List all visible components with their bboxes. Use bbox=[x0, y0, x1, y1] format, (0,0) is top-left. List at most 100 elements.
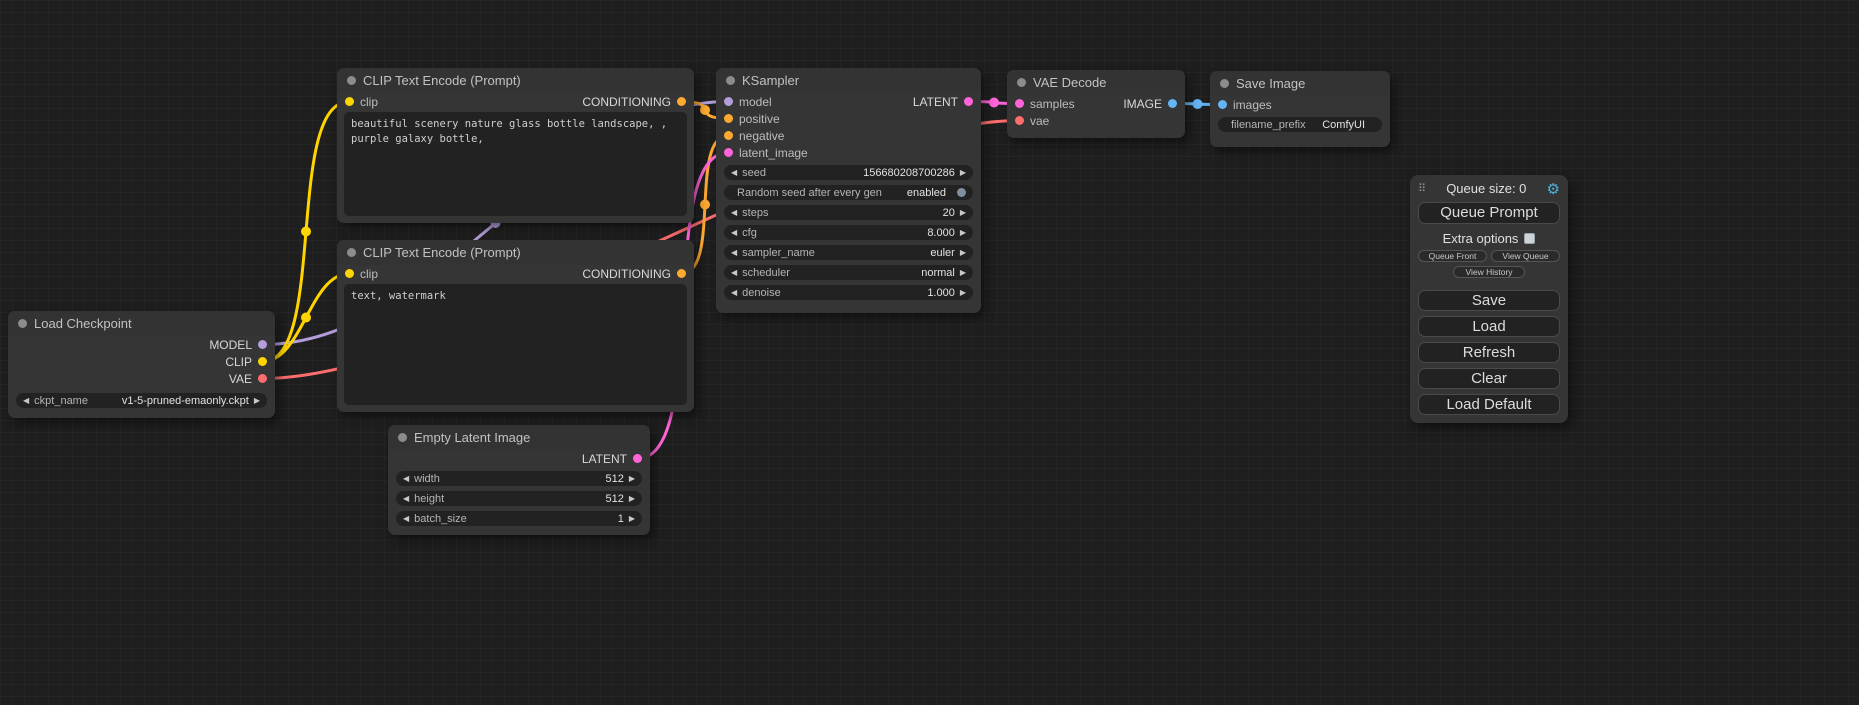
load-button[interactable]: Load bbox=[1418, 316, 1560, 337]
node-title-bar[interactable]: KSampler bbox=[716, 68, 981, 93]
collapse-dot[interactable] bbox=[1017, 78, 1026, 87]
widget-scheduler[interactable]: ◀ scheduler normal ▶ bbox=[724, 265, 973, 280]
node-title: VAE Decode bbox=[1033, 75, 1106, 90]
input-port-positive[interactable] bbox=[724, 114, 733, 123]
input-port-clip[interactable] bbox=[345, 269, 354, 278]
increment-arrow-icon[interactable]: ▶ bbox=[960, 289, 966, 297]
node-title-bar[interactable]: VAE Decode bbox=[1007, 70, 1185, 95]
output-port-conditioning[interactable] bbox=[677, 269, 686, 278]
extra-options-checkbox[interactable] bbox=[1524, 233, 1535, 244]
prompt-textarea[interactable]: text, watermark bbox=[344, 284, 687, 405]
decrement-arrow-icon[interactable]: ◀ bbox=[731, 209, 737, 217]
view-history-button[interactable]: View History bbox=[1453, 266, 1525, 278]
output-port-latent[interactable] bbox=[633, 454, 642, 463]
widget-ckpt-name[interactable]: ◀ ckpt_name v1-5-pruned-emaonly.ckpt ▶ bbox=[16, 393, 267, 408]
decrement-arrow-icon[interactable]: ◀ bbox=[23, 397, 29, 405]
queue-size-label: Queue size: 0 bbox=[1432, 181, 1540, 196]
input-port-latent-image[interactable] bbox=[724, 148, 733, 157]
slot-row: latent_image bbox=[716, 144, 981, 161]
widget-label: steps bbox=[742, 207, 768, 219]
node-load-checkpoint[interactable]: Load Checkpoint MODEL CLIP VAE ◀ ckpt_na… bbox=[8, 311, 275, 418]
node-clip-text-encode-positive[interactable]: CLIP Text Encode (Prompt) clip CONDITION… bbox=[337, 68, 694, 223]
input-port-clip[interactable] bbox=[345, 97, 354, 106]
widget-sampler-name[interactable]: ◀ sampler_name euler ▶ bbox=[724, 245, 973, 260]
input-slot-label: clip bbox=[360, 95, 378, 109]
node-save-image[interactable]: Save Image images filename_prefix ComfyU… bbox=[1210, 71, 1390, 147]
decrement-arrow-icon[interactable]: ◀ bbox=[403, 515, 409, 523]
settings-gear-icon[interactable]: ⚙ bbox=[1547, 180, 1560, 198]
clear-button[interactable]: Clear bbox=[1418, 368, 1560, 389]
collapse-dot[interactable] bbox=[1220, 79, 1229, 88]
decrement-arrow-icon[interactable]: ◀ bbox=[731, 269, 737, 277]
queue-prompt-button[interactable]: Queue Prompt bbox=[1418, 202, 1560, 224]
widget-steps[interactable]: ◀ steps 20 ▶ bbox=[724, 205, 973, 220]
output-port-image[interactable] bbox=[1168, 99, 1177, 108]
save-button[interactable]: Save bbox=[1418, 290, 1560, 311]
node-title-bar[interactable]: Save Image bbox=[1210, 71, 1390, 96]
input-port-images[interactable] bbox=[1218, 100, 1227, 109]
collapse-dot[interactable] bbox=[726, 76, 735, 85]
widget-seed[interactable]: ◀ seed 156680208700286 ▶ bbox=[724, 165, 973, 180]
drag-handle-icon[interactable]: ⠿ bbox=[1418, 182, 1426, 195]
output-slot-vae: VAE bbox=[8, 370, 275, 387]
node-vae-decode[interactable]: VAE Decode samples IMAGE vae bbox=[1007, 70, 1185, 138]
widget-batch-size[interactable]: ◀ batch_size 1 ▶ bbox=[396, 511, 642, 526]
node-title-bar[interactable]: CLIP Text Encode (Prompt) bbox=[337, 240, 694, 265]
toggle-dot[interactable] bbox=[957, 188, 966, 197]
decrement-arrow-icon[interactable]: ◀ bbox=[731, 249, 737, 257]
node-ksampler[interactable]: KSampler model LATENT positive negative … bbox=[716, 68, 981, 313]
queue-front-button[interactable]: Queue Front bbox=[1418, 250, 1487, 262]
widget-label: ckpt_name bbox=[34, 395, 88, 407]
increment-arrow-icon[interactable]: ▶ bbox=[254, 397, 260, 405]
increment-arrow-icon[interactable]: ▶ bbox=[960, 169, 966, 177]
widget-value: v1-5-pruned-emaonly.ckpt bbox=[122, 395, 249, 407]
widget-value: 1 bbox=[618, 513, 624, 525]
decrement-arrow-icon[interactable]: ◀ bbox=[403, 475, 409, 483]
output-port-model[interactable] bbox=[258, 340, 267, 349]
widget-denoise[interactable]: ◀ denoise 1.000 ▶ bbox=[724, 285, 973, 300]
increment-arrow-icon[interactable]: ▶ bbox=[629, 475, 635, 483]
refresh-button[interactable]: Refresh bbox=[1418, 342, 1560, 363]
decrement-arrow-icon[interactable]: ◀ bbox=[403, 495, 409, 503]
widget-height[interactable]: ◀ height 512 ▶ bbox=[396, 491, 642, 506]
output-slot-label: IMAGE bbox=[1123, 97, 1162, 111]
output-slot-label: CONDITIONING bbox=[582, 267, 671, 281]
increment-arrow-icon[interactable]: ▶ bbox=[960, 269, 966, 277]
input-port-vae[interactable] bbox=[1015, 116, 1024, 125]
output-port-conditioning[interactable] bbox=[677, 97, 686, 106]
node-title-bar[interactable]: Load Checkpoint bbox=[8, 311, 275, 336]
load-default-button[interactable]: Load Default bbox=[1418, 394, 1560, 415]
increment-arrow-icon[interactable]: ▶ bbox=[960, 229, 966, 237]
node-clip-text-encode-negative[interactable]: CLIP Text Encode (Prompt) clip CONDITION… bbox=[337, 240, 694, 412]
collapse-dot[interactable] bbox=[347, 76, 356, 85]
output-port-latent[interactable] bbox=[964, 97, 973, 106]
node-title-bar[interactable]: CLIP Text Encode (Prompt) bbox=[337, 68, 694, 93]
widget-value: 156680208700286 bbox=[863, 167, 955, 179]
decrement-arrow-icon[interactable]: ◀ bbox=[731, 289, 737, 297]
increment-arrow-icon[interactable]: ▶ bbox=[960, 209, 966, 217]
node-empty-latent-image[interactable]: Empty Latent Image LATENT ◀ width 512 ▶ … bbox=[388, 425, 650, 535]
widget-random-seed-toggle[interactable]: Random seed after every gen enabled bbox=[724, 185, 973, 200]
input-port-model[interactable] bbox=[724, 97, 733, 106]
widget-filename-prefix[interactable]: filename_prefix ComfyUI bbox=[1218, 117, 1382, 132]
increment-arrow-icon[interactable]: ▶ bbox=[629, 515, 635, 523]
decrement-arrow-icon[interactable]: ◀ bbox=[731, 169, 737, 177]
node-title-bar[interactable]: Empty Latent Image bbox=[388, 425, 650, 450]
widget-label: width bbox=[414, 473, 440, 485]
output-port-clip[interactable] bbox=[258, 357, 267, 366]
increment-arrow-icon[interactable]: ▶ bbox=[960, 249, 966, 257]
increment-arrow-icon[interactable]: ▶ bbox=[629, 495, 635, 503]
widget-cfg[interactable]: ◀ cfg 8.000 ▶ bbox=[724, 225, 973, 240]
input-port-samples[interactable] bbox=[1015, 99, 1024, 108]
view-queue-button[interactable]: View Queue bbox=[1491, 250, 1560, 262]
decrement-arrow-icon[interactable]: ◀ bbox=[731, 229, 737, 237]
widget-width[interactable]: ◀ width 512 ▶ bbox=[396, 471, 642, 486]
prompt-textarea[interactable]: beautiful scenery nature glass bottle la… bbox=[344, 112, 687, 216]
output-port-vae[interactable] bbox=[258, 374, 267, 383]
collapse-dot[interactable] bbox=[398, 433, 407, 442]
collapse-dot[interactable] bbox=[18, 319, 27, 328]
collapse-dot[interactable] bbox=[347, 248, 356, 257]
input-slot-label: latent_image bbox=[739, 146, 808, 160]
input-port-negative[interactable] bbox=[724, 131, 733, 140]
input-slot-label: samples bbox=[1030, 97, 1075, 111]
